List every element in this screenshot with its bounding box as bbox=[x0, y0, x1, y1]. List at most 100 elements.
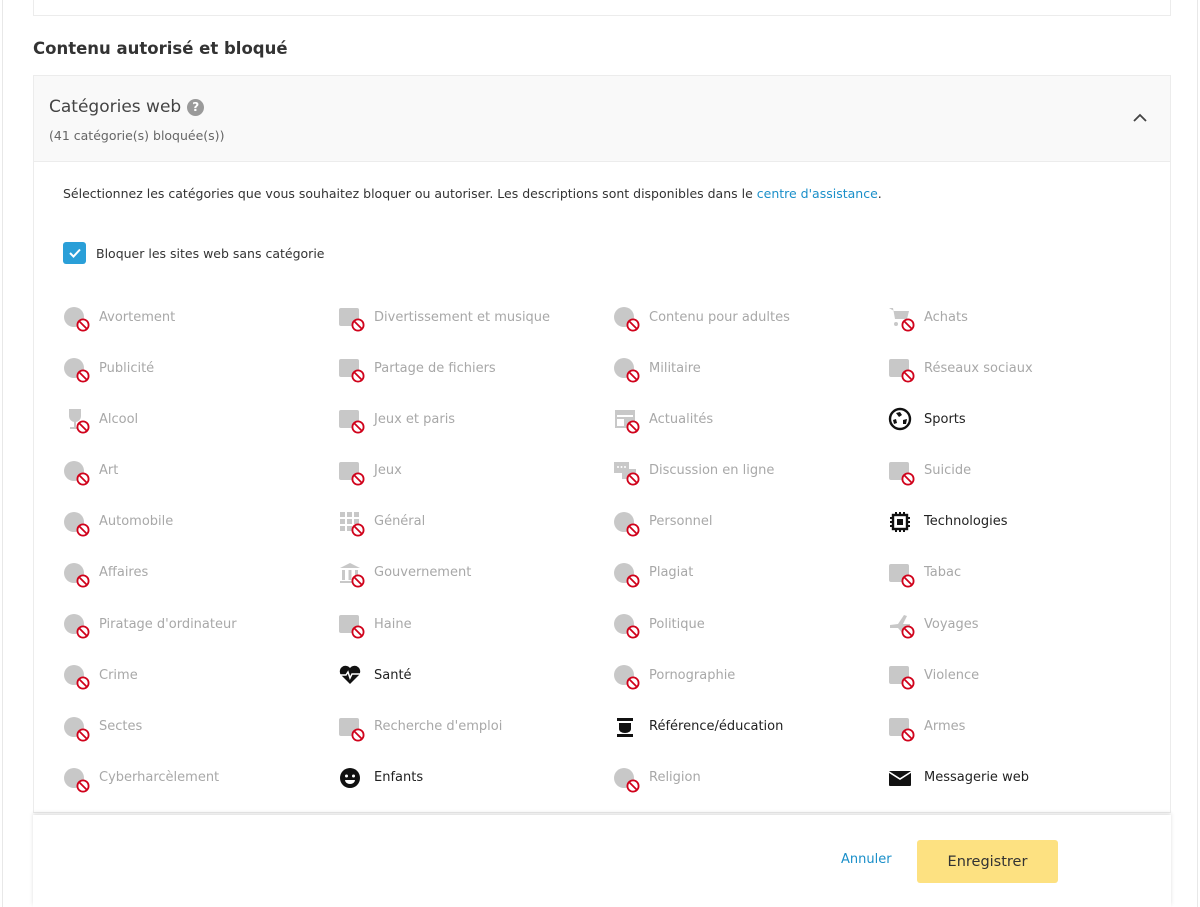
category-item[interactable]: Automobile bbox=[63, 507, 338, 537]
category-label: Actualités bbox=[649, 411, 714, 427]
category-label: Divertissement et musique bbox=[374, 309, 551, 325]
blocked-icon bbox=[351, 728, 365, 741]
cancel-button[interactable]: Annuler bbox=[841, 852, 892, 867]
blocked-icon bbox=[901, 728, 915, 741]
copyright-icon bbox=[613, 561, 640, 588]
category-item[interactable]: Réseaux sociaux bbox=[888, 353, 1163, 383]
category-item[interactable]: Religion bbox=[613, 763, 888, 793]
category-item[interactable]: Personnel bbox=[613, 507, 888, 537]
chevron-up-icon[interactable] bbox=[1132, 110, 1148, 126]
category-label: Technologies bbox=[924, 514, 1008, 530]
category-label: Publicité bbox=[99, 360, 155, 376]
category-item[interactable]: Achats bbox=[888, 302, 1163, 332]
category-label: Pornographie bbox=[649, 667, 736, 683]
category-item[interactable]: Référence/éducation bbox=[613, 712, 888, 742]
briefcase-icon bbox=[63, 561, 90, 588]
blocked-icon bbox=[626, 420, 640, 434]
save-button[interactable]: Enregistrer bbox=[917, 840, 1058, 883]
category-item[interactable]: Partage de fichiers bbox=[338, 353, 613, 383]
category-label: Art bbox=[99, 463, 119, 479]
blocked-icon bbox=[76, 523, 90, 537]
block-uncategorized-row[interactable]: Bloquer les sites web sans catégorie bbox=[63, 242, 324, 264]
category-item[interactable]: Jeux bbox=[338, 456, 613, 486]
category-item[interactable]: Enfants bbox=[338, 763, 613, 793]
category-item[interactable]: Art bbox=[63, 456, 338, 486]
category-item[interactable]: Voyages bbox=[888, 609, 1163, 639]
web-categories-title: Catégories web bbox=[49, 97, 182, 117]
category-item[interactable]: Tabac bbox=[888, 558, 1163, 588]
blocked-icon bbox=[351, 472, 365, 486]
file-share-icon bbox=[338, 356, 365, 383]
category-item[interactable]: Contenu pour adultes bbox=[613, 302, 888, 332]
hacker-icon bbox=[63, 612, 90, 639]
category-item[interactable]: Alcool bbox=[63, 404, 338, 434]
category-item[interactable]: Actualités bbox=[613, 404, 888, 434]
help-icon[interactable]: ? bbox=[187, 98, 205, 116]
block-uncategorized-label: Bloquer les sites web sans catégorie bbox=[96, 245, 325, 261]
blocked-icon bbox=[626, 318, 640, 332]
category-item[interactable]: Avortement bbox=[63, 302, 338, 332]
cigarette-icon bbox=[888, 561, 915, 588]
blocked-icon bbox=[351, 625, 365, 639]
category-item[interactable]: Politique bbox=[613, 609, 888, 639]
category-item[interactable]: Recherche d'emploi bbox=[338, 712, 613, 742]
chip-icon bbox=[888, 510, 914, 534]
social-network-icon bbox=[888, 356, 915, 383]
category-item[interactable]: Discussion en ligne bbox=[613, 456, 888, 486]
category-item[interactable]: Militaire bbox=[613, 353, 888, 383]
category-label: Jeux bbox=[374, 463, 402, 479]
category-item[interactable]: Santé bbox=[338, 660, 613, 690]
category-item[interactable]: Divertissement et musique bbox=[338, 302, 613, 332]
gamepad-icon bbox=[338, 459, 365, 486]
category-item[interactable]: Technologies bbox=[888, 507, 1163, 537]
block-uncategorized-checkbox[interactable] bbox=[63, 242, 86, 264]
category-label: Partage de fichiers bbox=[374, 360, 496, 376]
category-item[interactable]: Piratage d'ordinateur bbox=[63, 609, 338, 639]
category-item[interactable]: Cyberharcèlement bbox=[63, 763, 338, 793]
web-categories-header[interactable]: Catégories web ? (41 catégorie(s) bloqué… bbox=[34, 76, 1170, 162]
web-categories-card: Catégories web ? (41 catégorie(s) bloqué… bbox=[33, 75, 1171, 813]
category-item[interactable]: Armes bbox=[888, 712, 1163, 742]
contact-book-icon bbox=[613, 510, 640, 537]
category-item[interactable]: Jeux et paris bbox=[338, 404, 613, 434]
category-label: Sectes bbox=[99, 719, 143, 734]
blocked-icon bbox=[76, 779, 90, 793]
category-item[interactable]: Gouvernement bbox=[338, 558, 613, 588]
category-item[interactable]: Pornographie bbox=[613, 660, 888, 690]
blocked-icon bbox=[76, 369, 90, 383]
blocked-icon bbox=[76, 676, 90, 690]
government-building-icon bbox=[338, 561, 365, 588]
category-label: Haine bbox=[374, 616, 412, 632]
blocked-icon bbox=[76, 472, 90, 486]
category-item[interactable]: Plagiat bbox=[613, 558, 888, 588]
blocked-icon bbox=[626, 574, 640, 588]
previous-card bbox=[33, 0, 1171, 16]
category-item[interactable]: Général bbox=[338, 507, 613, 537]
category-item[interactable]: Messagerie web bbox=[888, 763, 1163, 793]
blocked-icon bbox=[351, 318, 365, 332]
hearts-icon bbox=[613, 663, 640, 690]
description: Sélectionnez les catégories que vous sou… bbox=[63, 186, 882, 201]
blocked-icon bbox=[76, 318, 90, 332]
category-grid: Avortement Divertissement et musique Conte… bbox=[63, 302, 1163, 814]
police-badge-icon bbox=[63, 663, 90, 690]
category-item[interactable]: Suicide bbox=[888, 456, 1163, 486]
category-label: Religion bbox=[649, 770, 701, 786]
category-label: Violence bbox=[924, 667, 980, 683]
category-item[interactable]: Sectes bbox=[63, 712, 338, 742]
category-item[interactable]: Haine bbox=[338, 609, 613, 639]
weapons-icon bbox=[888, 715, 915, 741]
help-center-link[interactable]: centre d'assistance bbox=[757, 186, 878, 201]
blocked-icon bbox=[351, 420, 365, 434]
category-label: Achats bbox=[924, 309, 968, 325]
category-item[interactable]: Publicité bbox=[63, 353, 338, 383]
category-item[interactable]: Sports bbox=[888, 404, 1163, 434]
category-label: Personnel bbox=[649, 514, 713, 530]
category-item[interactable]: Affaires bbox=[63, 558, 338, 588]
category-item[interactable]: Crime bbox=[63, 660, 338, 690]
category-label: Militaire bbox=[649, 360, 701, 376]
blocked-icon bbox=[901, 574, 915, 588]
suicide-icon bbox=[888, 459, 915, 486]
category-item[interactable]: Violence bbox=[888, 660, 1163, 690]
category-label: Sports bbox=[924, 411, 966, 427]
